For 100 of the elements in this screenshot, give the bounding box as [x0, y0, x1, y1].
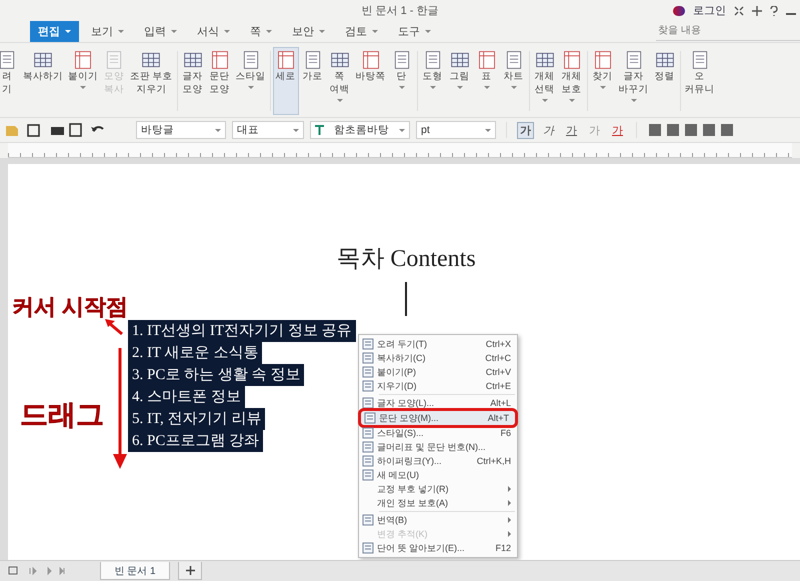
menu-tab[interactable]: 보기: [83, 20, 132, 42]
plus-icon: [186, 566, 194, 575]
fullscreen-icon[interactable]: [734, 6, 744, 16]
menu-tab[interactable]: 쪽: [242, 20, 280, 42]
language-dropdown[interactable]: 대표: [232, 121, 304, 139]
ribbon-button[interactable]: 바탕쪽: [354, 47, 388, 115]
grid-icon: [450, 50, 470, 70]
size-field[interactable]: pt: [416, 121, 496, 139]
ribbon-button[interactable]: 도형: [420, 47, 446, 115]
menu-item[interactable]: 오려 두기(T) Ctrl+X: [359, 337, 517, 351]
menu-item[interactable]: 문단 모양(M)... Alt+T: [361, 411, 515, 425]
help-icon[interactable]: [770, 6, 778, 16]
menu-item[interactable]: 지우기(D) Ctrl+E: [359, 379, 517, 393]
ribbon-button[interactable]: 그림: [446, 47, 473, 115]
submenu-arrow-icon: [508, 517, 511, 523]
caret-icon: [600, 86, 606, 89]
grid-icon: [654, 50, 675, 70]
list-item: 6. PC프로그램 강좌: [128, 430, 264, 452]
text-cursor: [405, 282, 407, 316]
caret-icon: [568, 99, 575, 102]
font-dropdown[interactable]: 함초롬바탕: [310, 121, 410, 139]
ribbon-button[interactable]: 개체 보호: [558, 47, 585, 115]
ribbon-button[interactable]: 표: [474, 47, 500, 115]
ribbon-button[interactable]: 정렬: [652, 47, 678, 115]
list-item: 3. PC로 하는 생활 속 정보: [128, 364, 304, 386]
caret-icon: [456, 86, 463, 89]
submenu-arrow-icon: [508, 531, 511, 537]
menu-tab[interactable]: 검토: [337, 20, 386, 42]
document-icon: [362, 542, 374, 554]
page-icon: [360, 50, 381, 70]
caret-icon: [484, 86, 490, 89]
menu-item[interactable]: 새 메모(U): [359, 468, 517, 482]
submenu-arrow-icon: [508, 486, 511, 492]
format-button[interactable]: 가: [517, 122, 534, 138]
ribbon-button[interactable]: 찾기: [590, 47, 616, 115]
menu-item[interactable]: 붙이기(P) Ctrl+V: [359, 365, 517, 379]
menu-tab[interactable]: 서식: [189, 20, 238, 42]
caret-icon: [398, 86, 405, 89]
menu-tab[interactable]: 입력: [136, 20, 185, 42]
print-icon[interactable]: [50, 123, 84, 137]
ribbon-button[interactable]: 붙이기: [66, 47, 100, 115]
menu-item[interactable]: 글머리표 및 문단 번호(N)...: [359, 440, 517, 454]
document-icon: [0, 50, 17, 70]
list-item: 4. 스마트폰 정보: [128, 386, 245, 408]
ribbon-button[interactable]: 문단 모양: [206, 47, 233, 115]
caret-icon: [248, 86, 254, 89]
document-tab[interactable]: 빈 문서 1: [100, 562, 170, 580]
ribbon-button[interactable]: 글자 모양: [180, 47, 206, 115]
ribbon-button[interactable]: 단: [388, 47, 415, 115]
menu-tab[interactable]: 편집: [30, 20, 79, 42]
list-item: 5. IT, 전자기기 리뷰: [128, 408, 266, 430]
ribbon-button[interactable]: 가로: [300, 47, 326, 115]
list-item: 1. IT선생의 IT전자기기 정보 공유: [128, 320, 356, 342]
login-link[interactable]: 로그인: [693, 3, 726, 18]
submenu-arrow-icon: [508, 500, 511, 506]
menu-item[interactable]: 복사하기(C) Ctrl+C: [359, 351, 517, 365]
grid-icon: [534, 50, 555, 70]
menu-item[interactable]: 번역(B): [359, 513, 517, 527]
ribbon-button[interactable]: 차트: [500, 47, 527, 115]
document-title: 목차 Contents: [336, 245, 476, 274]
menu-tab[interactable]: 보안: [284, 20, 333, 42]
ribbon-button[interactable]: 조판 부호 지우기: [128, 47, 175, 115]
ribbon-button[interactable]: 세로: [272, 47, 299, 115]
format-button[interactable]: 가: [540, 122, 557, 138]
document-icon: [362, 352, 374, 364]
document-icon: [362, 514, 374, 526]
grid-icon: [141, 50, 162, 70]
caret-icon: [80, 86, 86, 89]
ribbon-button[interactable]: 려 기: [0, 47, 20, 115]
ribbon-button[interactable]: 쪽 여백: [326, 47, 353, 115]
page-icon: [210, 50, 230, 70]
search-field[interactable]: 찾을 내용: [656, 22, 800, 40]
page-icon: [73, 50, 93, 70]
menu-item[interactable]: 교정 부호 넣기(R): [359, 482, 517, 496]
caret-icon: [542, 99, 548, 102]
menu-item[interactable]: 개인 정보 보호(A): [359, 496, 517, 510]
menu-tab[interactable]: 도구: [390, 20, 439, 42]
document-icon: [104, 50, 124, 70]
grid-icon: [182, 50, 203, 70]
format-button[interactable]: 가: [563, 122, 580, 138]
annotation-label: 드래그: [20, 398, 104, 432]
ribbon-button[interactable]: 오 커뮤니: [682, 47, 717, 115]
ribbon-button[interactable]: 글자 바꾸기: [616, 47, 651, 115]
menu-item[interactable]: 단어 뜻 알아보기(E)... F12: [359, 541, 517, 555]
list-item: 2. IT 새로운 소식통: [128, 342, 262, 364]
page-icon: [562, 50, 582, 70]
caret-icon: [430, 86, 436, 89]
menu-item[interactable]: 하이퍼링크(Y)... Ctrl+K,H: [359, 454, 517, 468]
format-button[interactable]: 가: [609, 122, 626, 138]
grid-icon: [33, 50, 53, 70]
ribbon-button[interactable]: 복사하기: [21, 47, 65, 115]
style-dropdown[interactable]: 바탕글: [136, 121, 226, 139]
ribbon-button[interactable]: 개체 선택: [532, 47, 558, 115]
move-icon[interactable]: [752, 6, 762, 16]
page-icon: [592, 50, 613, 70]
menu-item[interactable]: 스타일(S)... F6: [359, 426, 517, 440]
menu-item[interactable]: 글자 모양(L)... Alt+L: [359, 396, 517, 410]
add-tab-button[interactable]: [178, 562, 202, 580]
grid-icon: [330, 50, 350, 70]
ribbon-button[interactable]: 스타일: [234, 47, 268, 115]
